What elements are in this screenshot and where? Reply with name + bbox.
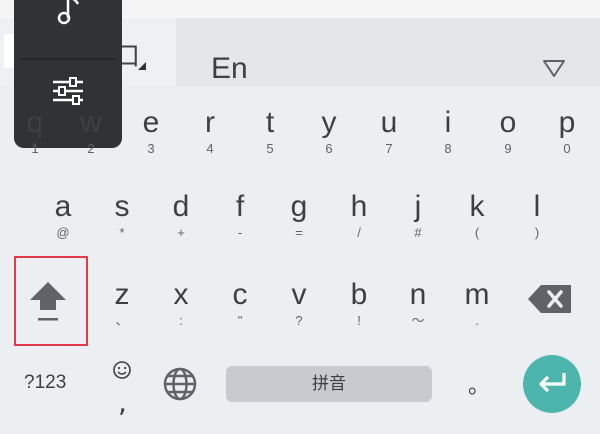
key-main: v bbox=[291, 278, 307, 311]
key-sub: 、 bbox=[115, 313, 129, 328]
key-main: z bbox=[114, 278, 130, 311]
key-sub: 5 bbox=[266, 141, 274, 156]
key-sub: 9 bbox=[504, 141, 512, 156]
key-y[interactable]: y 6 bbox=[304, 106, 354, 156]
key-sub: " bbox=[237, 313, 243, 328]
key-v[interactable]: v ? bbox=[274, 278, 324, 328]
backspace-icon[interactable] bbox=[527, 284, 573, 318]
key-a[interactable]: a @ bbox=[38, 190, 88, 240]
key-main: p bbox=[558, 106, 576, 139]
period-key[interactable]: 。 bbox=[468, 368, 490, 400]
key-j[interactable]: j # bbox=[393, 190, 443, 240]
key-main: k bbox=[469, 190, 485, 223]
key-main: w bbox=[80, 106, 102, 139]
key-sub: 0 bbox=[563, 141, 571, 156]
key-main: d bbox=[172, 190, 190, 223]
key-main: f bbox=[235, 190, 245, 223]
key-r[interactable]: r 4 bbox=[185, 106, 235, 156]
enter-key[interactable] bbox=[523, 355, 581, 413]
key-b[interactable]: b ! bbox=[334, 278, 384, 328]
music-note-icon[interactable] bbox=[56, 0, 82, 32]
key-main: l bbox=[533, 190, 541, 223]
key-sub: ? bbox=[295, 313, 303, 328]
emoji-icon[interactable] bbox=[112, 360, 132, 384]
key-p[interactable]: p 0 bbox=[542, 106, 592, 156]
key-e[interactable]: e 3 bbox=[126, 106, 176, 156]
key-main: t bbox=[265, 106, 275, 139]
key-sub: 4 bbox=[206, 141, 214, 156]
enter-icon bbox=[539, 373, 566, 393]
key-sub: 3 bbox=[147, 141, 155, 156]
key-main: m bbox=[464, 278, 490, 311]
shift-icon[interactable] bbox=[28, 280, 68, 330]
key-sub: 7 bbox=[385, 141, 393, 156]
key-sub: 8 bbox=[444, 141, 452, 156]
key-main: j bbox=[414, 190, 422, 223]
key-sub: . bbox=[475, 313, 479, 328]
key-main: q bbox=[26, 106, 44, 139]
key-sub: - bbox=[237, 225, 243, 240]
key-main: r bbox=[205, 106, 215, 139]
key-t[interactable]: t 5 bbox=[245, 106, 295, 156]
key-main: n bbox=[409, 278, 427, 311]
key-sub: # bbox=[414, 225, 422, 240]
key-s[interactable]: s * bbox=[97, 190, 147, 240]
key-g[interactable]: g = bbox=[274, 190, 324, 240]
key-main: g bbox=[290, 190, 308, 223]
key-main: b bbox=[350, 278, 368, 311]
key-main: u bbox=[380, 106, 398, 139]
equalizer-icon[interactable] bbox=[51, 76, 85, 110]
symbols-key[interactable]: ?123 bbox=[24, 372, 66, 394]
key-sub: * bbox=[119, 225, 125, 240]
key-sub: ) bbox=[534, 225, 540, 240]
key-l[interactable]: l ) bbox=[512, 190, 562, 240]
key-h[interactable]: h / bbox=[334, 190, 384, 240]
key-w[interactable]: w 2 bbox=[66, 106, 116, 156]
language-label[interactable]: En bbox=[211, 52, 248, 86]
key-main: o bbox=[499, 106, 517, 139]
globe-icon[interactable] bbox=[162, 366, 198, 406]
key-sub: : bbox=[179, 313, 183, 328]
key-sub: + bbox=[177, 225, 185, 240]
key-d[interactable]: d + bbox=[156, 190, 206, 240]
key-main: a bbox=[54, 190, 72, 223]
key-sub: = bbox=[295, 225, 303, 240]
key-main: y bbox=[321, 106, 337, 139]
key-sub: ( bbox=[474, 225, 480, 240]
key-i[interactable]: i 8 bbox=[423, 106, 473, 156]
key-main: s bbox=[114, 190, 130, 223]
key-f[interactable]: f - bbox=[215, 190, 265, 240]
space-key[interactable]: 拼音 bbox=[226, 366, 432, 402]
key-c[interactable]: c " bbox=[215, 278, 265, 328]
key-sub: @ bbox=[56, 225, 70, 240]
collapse-triangle-icon[interactable] bbox=[542, 58, 566, 82]
key-sub: ! bbox=[357, 313, 361, 328]
corner-triangle-icon bbox=[138, 62, 146, 70]
key-sub: 〜 bbox=[411, 313, 425, 328]
key-sub: 1 bbox=[31, 141, 39, 156]
key-n[interactable]: n 〜 bbox=[393, 278, 443, 328]
popup-divider bbox=[20, 58, 116, 60]
key-sub: / bbox=[357, 225, 361, 240]
key-main: e bbox=[142, 106, 160, 139]
key-main: h bbox=[350, 190, 368, 223]
comma-key[interactable]: , bbox=[118, 386, 127, 419]
key-x[interactable]: x : bbox=[156, 278, 206, 328]
key-m[interactable]: m . bbox=[452, 278, 502, 328]
key-z[interactable]: z 、 bbox=[97, 278, 147, 328]
key-q[interactable]: q 1 bbox=[10, 106, 60, 156]
key-main: i bbox=[444, 106, 452, 139]
key-o[interactable]: o 9 bbox=[483, 106, 533, 156]
key-u[interactable]: u 7 bbox=[364, 106, 414, 156]
key-main: c bbox=[232, 278, 248, 311]
key-k[interactable]: k ( bbox=[452, 190, 502, 240]
key-sub: 6 bbox=[325, 141, 333, 156]
key-sub: 2 bbox=[87, 141, 95, 156]
key-main: x bbox=[173, 278, 189, 311]
